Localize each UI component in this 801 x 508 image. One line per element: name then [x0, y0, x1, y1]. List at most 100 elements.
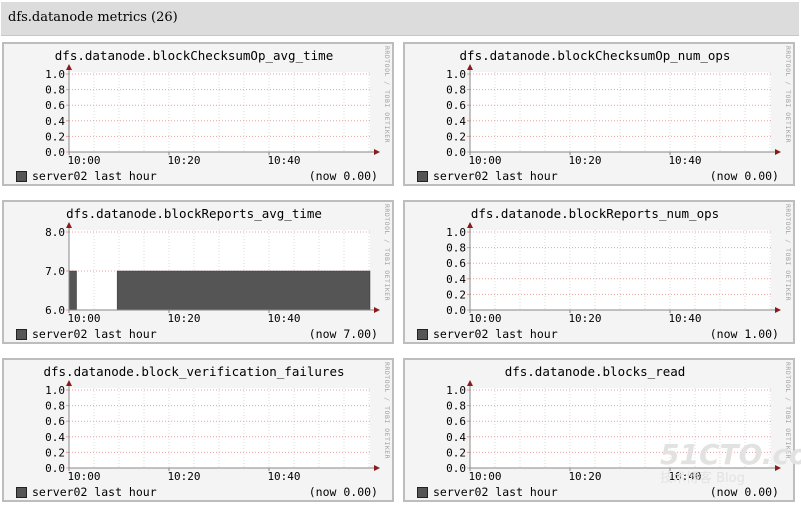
x-axis-arrow-icon — [775, 465, 781, 471]
x-axis-arrow-icon — [374, 465, 380, 471]
graph-plot: 8.0 7.0 6.010:00 10:20 10:40 — [45, 222, 380, 325]
legend-label: server02 last hour — [433, 327, 558, 341]
graph-legend: server02 last hour — [417, 327, 558, 341]
y-tick-label: 0.4 — [45, 431, 65, 444]
y-tick-label: 0.4 — [446, 431, 466, 444]
x-tick-label: 10:00 — [468, 470, 501, 483]
legend-label: server02 last hour — [32, 327, 157, 341]
graph-panel-block-verification-failures[interactable]: dfs.datanode.block_verification_failures… — [2, 358, 394, 502]
x-tick-label: 10:00 — [67, 154, 100, 167]
graph-now-value: (now 7.00) — [308, 327, 378, 341]
y-tick-label: 1.0 — [45, 68, 65, 81]
legend-swatch-icon — [16, 328, 27, 340]
graph-now-value: (now 1.00) — [709, 327, 779, 341]
y-tick-label: 0.0 — [45, 146, 65, 159]
graph-now-value: (now 0.00) — [308, 169, 378, 183]
x-tick-label: 10:20 — [167, 470, 200, 483]
data-area-bar — [116, 270, 371, 311]
legend-label: server02 last hour — [433, 169, 558, 183]
x-tick-label: 10:20 — [568, 154, 601, 167]
x-axis-arrow-icon — [775, 307, 781, 313]
legend-swatch-icon — [16, 170, 27, 182]
x-tick-label: 10:00 — [468, 312, 501, 325]
graph-panel-blockreports-avg-time[interactable]: dfs.datanode.blockReports_avg_time RRDTO… — [2, 200, 394, 344]
x-axis-arrow-icon — [775, 149, 781, 155]
y-axis-arrow-icon — [66, 64, 72, 70]
y-tick-label: 1.0 — [446, 68, 466, 81]
y-tick-label: 0.2 — [446, 130, 466, 143]
graph-plot: 1.0 0.8 0.6 0.4 0.2 0.010:00 10:20 10:40 — [45, 380, 380, 483]
x-tick-label: 10:40 — [668, 470, 701, 483]
y-tick-label: 0.8 — [45, 84, 65, 97]
y-tick-label: 0.8 — [446, 242, 466, 255]
y-tick-label: 0.2 — [446, 446, 466, 459]
graph-legend: server02 last hour — [16, 169, 157, 183]
y-axis-arrow-icon — [467, 64, 473, 70]
graph-plot: 1.0 0.8 0.6 0.4 0.2 0.010:00 10:20 10:40 — [45, 64, 380, 167]
y-tick-label: 0.8 — [446, 400, 466, 413]
y-tick-label: 0.2 — [45, 446, 65, 459]
y-tick-label: 0.6 — [45, 99, 65, 112]
y-tick-label: 0.4 — [446, 273, 466, 286]
x-tick-label: 10:40 — [267, 154, 300, 167]
y-axis-arrow-icon — [467, 222, 473, 228]
page-title: dfs.datanode metrics (26) — [8, 10, 178, 25]
graph-plot: 1.0 0.8 0.6 0.4 0.2 0.010:00 10:20 10:40 — [446, 222, 781, 325]
graph-now-value: (now 0.00) — [709, 169, 779, 183]
graph-panel-blockchecksumop-avg-time[interactable]: dfs.datanode.blockChecksumOp_avg_time RR… — [2, 42, 394, 186]
graph-panel-blockreports-num-ops[interactable]: dfs.datanode.blockReports_num_ops RRDTOO… — [403, 200, 795, 344]
y-tick-label: 0.0 — [446, 146, 466, 159]
y-tick-label: 0.8 — [446, 84, 466, 97]
graph-legend: server02 last hour — [417, 169, 558, 183]
graph-panel-blocks-read[interactable]: dfs.datanode.blocks_read RRDTOOL / TOBI … — [403, 358, 795, 502]
y-tick-label: 1.0 — [446, 226, 466, 239]
graph-legend: server02 last hour — [16, 327, 157, 341]
y-tick-label: 8.0 — [45, 226, 65, 239]
y-tick-label: 0.0 — [446, 304, 466, 317]
y-tick-label: 0.6 — [446, 99, 466, 112]
x-axis-arrow-icon — [374, 307, 380, 313]
graph-legend: server02 last hour — [16, 485, 157, 499]
x-tick-label: 10:00 — [468, 154, 501, 167]
graph-plot: 1.0 0.8 0.6 0.4 0.2 0.010:00 10:20 10:40 — [446, 64, 781, 167]
graph-legend: server02 last hour — [417, 485, 558, 499]
y-tick-label: 7.0 — [45, 265, 65, 278]
legend-label: server02 last hour — [32, 485, 157, 499]
y-tick-label: 0.2 — [446, 288, 466, 301]
y-axis-arrow-icon — [66, 222, 72, 228]
y-axis-arrow-icon — [467, 380, 473, 386]
y-tick-label: 0.8 — [45, 400, 65, 413]
x-tick-label: 10:20 — [167, 154, 200, 167]
legend-swatch-icon — [417, 170, 428, 182]
y-tick-label: 0.0 — [45, 462, 65, 475]
y-tick-label: 0.4 — [446, 115, 466, 128]
graph-now-value: (now 0.00) — [709, 485, 779, 499]
y-tick-label: 0.6 — [446, 415, 466, 428]
x-tick-label: 10:00 — [67, 312, 100, 325]
y-tick-label: 1.0 — [446, 384, 466, 397]
x-axis-arrow-icon — [374, 149, 380, 155]
y-tick-label: 0.6 — [446, 257, 466, 270]
x-tick-label: 10:20 — [568, 312, 601, 325]
legend-swatch-icon — [16, 486, 27, 498]
legend-swatch-icon — [417, 486, 428, 498]
x-tick-label: 10:20 — [568, 470, 601, 483]
legend-label: server02 last hour — [32, 169, 157, 183]
y-axis-arrow-icon — [66, 380, 72, 386]
x-tick-label: 10:40 — [668, 154, 701, 167]
graph-now-value: (now 0.00) — [308, 485, 378, 499]
x-tick-label: 10:40 — [267, 312, 300, 325]
legend-swatch-icon — [417, 328, 428, 340]
page-header: dfs.datanode metrics (26) — [1, 2, 799, 36]
y-tick-label: 0.2 — [45, 130, 65, 143]
x-tick-label: 10:20 — [167, 312, 200, 325]
legend-label: server02 last hour — [433, 485, 558, 499]
graph-plot: 1.0 0.8 0.6 0.4 0.2 0.010:00 10:20 10:40 — [446, 380, 781, 483]
graph-panel-blockchecksumop-num-ops[interactable]: dfs.datanode.blockChecksumOp_num_ops RRD… — [403, 42, 795, 186]
y-tick-label: 0.6 — [45, 415, 65, 428]
x-tick-label: 10:40 — [267, 470, 300, 483]
x-tick-label: 10:00 — [67, 470, 100, 483]
y-tick-label: 0.0 — [446, 462, 466, 475]
y-tick-label: 6.0 — [45, 304, 65, 317]
x-tick-label: 10:40 — [668, 312, 701, 325]
